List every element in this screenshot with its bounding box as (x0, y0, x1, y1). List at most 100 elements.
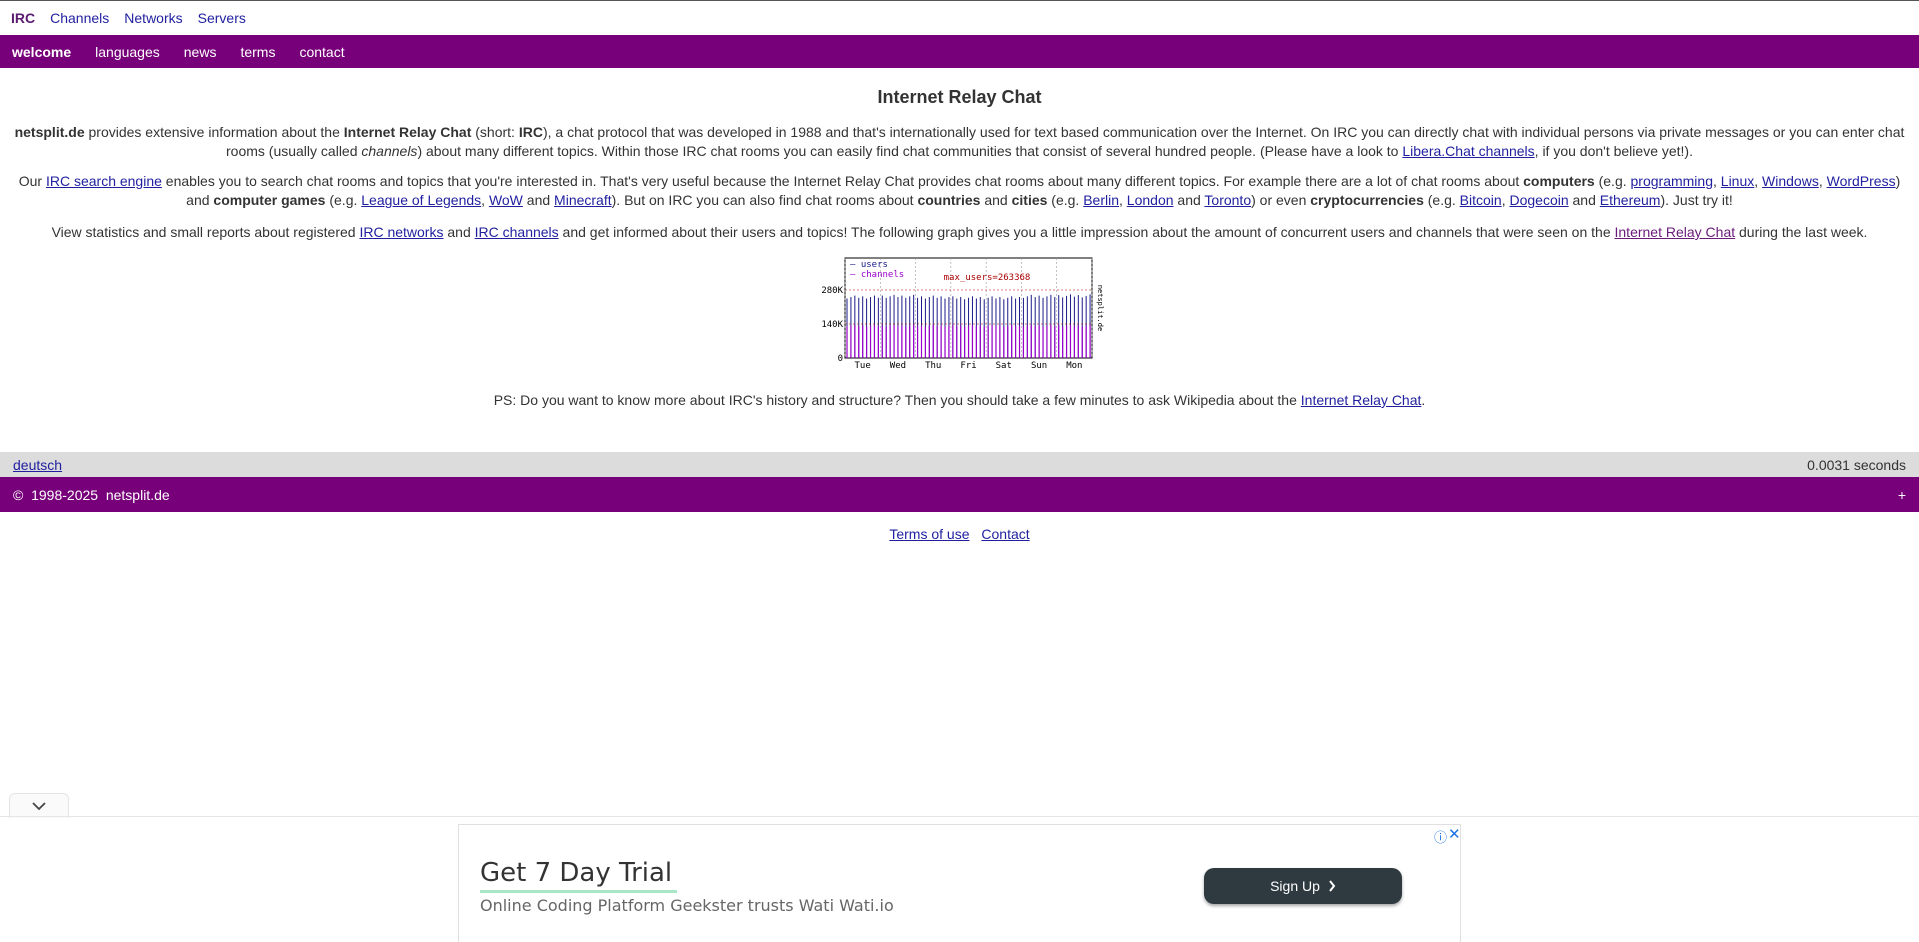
page-title: Internet Relay Chat (877, 87, 1042, 107)
minecraft-link[interactable]: Minecraft (554, 192, 612, 208)
text: and (443, 224, 475, 240)
graph-container: 0 140K 280K Tue Wed Thu Fri Sat Sun Mon – users – c… (12, 255, 1907, 373)
text: and (1173, 192, 1205, 208)
copyright-icon: © (13, 486, 24, 503)
contact-link[interactable]: Contact (981, 526, 1029, 542)
irc-channels-link[interactable]: IRC channels (475, 224, 559, 240)
footer-info-bar: deutsch 0.0031 seconds (0, 452, 1919, 477)
toronto-link[interactable]: Toronto (1204, 192, 1251, 208)
text: during the last week. (1735, 224, 1868, 240)
x-tick-label: Sat (995, 361, 1011, 371)
text: Our (18, 173, 46, 189)
copyright: © 1998-2025 netsplit.de (13, 487, 170, 503)
text: and (980, 192, 1012, 208)
site-name: netsplit.de (14, 124, 85, 140)
irc-search-engine-link[interactable]: IRC search engine (46, 173, 162, 189)
text: (short: (471, 124, 519, 140)
internet-relay-chat-link[interactable]: Internet Relay Chat (1615, 224, 1736, 240)
windows-link[interactable]: Windows (1762, 173, 1819, 189)
footer-copyright-bar: © 1998-2025 netsplit.de + (0, 477, 1919, 512)
tab-news[interactable]: news (184, 44, 217, 60)
footer-links: Terms of use Contact (0, 526, 1919, 542)
text: View statistics and small reports about … (51, 224, 360, 240)
libera-channels-link[interactable]: Libera.Chat channels (1402, 143, 1534, 159)
plus-icon[interactable]: + (1898, 487, 1906, 503)
ad-collapse-tab[interactable] (9, 793, 69, 818)
legend-channels: – channels (850, 270, 904, 280)
text: , (1754, 173, 1763, 189)
ad-title-underline (480, 890, 677, 893)
wow-link[interactable]: WoW (489, 192, 523, 208)
text: PS: Do you want to know more about IRC's… (493, 392, 1301, 408)
close-icon[interactable]: ✕ (1448, 825, 1461, 843)
max-users-annotation: max_users=263368 (943, 273, 1030, 283)
sign-up-button[interactable]: Sign Up (1204, 868, 1402, 904)
wordpress-link[interactable]: WordPress (1827, 173, 1896, 189)
text: , (1713, 173, 1721, 189)
text: , (1818, 173, 1827, 189)
language-deutsch-link[interactable]: deutsch (13, 457, 62, 473)
london-link[interactable]: London (1127, 192, 1174, 208)
x-tick-label: Tue (854, 361, 870, 371)
sign-up-label: Sign Up (1270, 878, 1320, 894)
text: , (481, 192, 489, 208)
nav-servers[interactable]: Servers (198, 10, 246, 26)
brand-link[interactable]: IRC (11, 10, 35, 26)
top-nav: IRC Channels Networks Servers (0, 1, 1919, 35)
text-bold: IRC (518, 124, 543, 140)
intro-paragraph: netsplit.de provides extensive informati… (12, 123, 1907, 161)
x-tick-label: Thu (925, 361, 941, 371)
nav-networks[interactable]: Networks (124, 10, 182, 26)
tab-terms[interactable]: terms (240, 44, 275, 60)
wikipedia-irc-link[interactable]: Internet Relay Chat (1301, 392, 1422, 408)
ad-divider (0, 816, 1919, 817)
text: ). But on IRC you can also find chat roo… (611, 192, 918, 208)
terms-of-use-link[interactable]: Terms of use (889, 526, 969, 542)
berlin-link[interactable]: Berlin (1083, 192, 1119, 208)
ad-info-icon[interactable]: ⓘ (1434, 827, 1447, 846)
ad-subtitle: Online Coding Platform Geekster trusts W… (480, 896, 894, 915)
ethereum-link[interactable]: Ethereum (1600, 192, 1661, 208)
stats-paragraph: View statistics and small reports about … (12, 223, 1907, 242)
chevron-right-icon (1329, 880, 1336, 892)
x-tick-label: Mon (1066, 361, 1082, 371)
text-bold: Internet Relay Chat (343, 124, 472, 140)
text: enables you to search chat rooms and top… (161, 173, 1524, 189)
x-tick-label: Wed (889, 361, 905, 371)
bitcoin-link[interactable]: Bitcoin (1460, 192, 1502, 208)
text: (e.g. (1047, 192, 1084, 208)
y-tick-label: 140K (821, 320, 843, 330)
main-content: Internet Relay Chat netsplit.de provides… (0, 87, 1919, 410)
tab-contact[interactable]: contact (299, 44, 344, 60)
tab-welcome[interactable]: welcome (12, 44, 71, 60)
dogecoin-link[interactable]: Dogecoin (1509, 192, 1568, 208)
linux-link[interactable]: Linux (1721, 173, 1754, 189)
text: ) or even (1251, 192, 1311, 208)
y-tick-label: 280K (821, 286, 843, 296)
irc-networks-link[interactable]: IRC networks (359, 224, 443, 240)
text: , if you don't believe yet!). (1534, 143, 1693, 159)
search-paragraph: Our IRC search engine enables you to sea… (12, 172, 1907, 210)
ad-title[interactable]: Get 7 Day Trial (480, 858, 672, 888)
x-tick-label: Sun (1030, 361, 1046, 371)
text: , (1119, 192, 1127, 208)
chevron-down-icon (32, 802, 46, 811)
tab-languages[interactable]: languages (95, 44, 160, 60)
users-channels-graph[interactable]: 0 140K 280K Tue Wed Thu Fri Sat Sun Mon – users– c… (815, 255, 1105, 373)
text: . (1421, 392, 1426, 408)
nav-channels[interactable]: Channels (50, 10, 109, 26)
x-tick-label: Fri (960, 361, 976, 371)
programming-link[interactable]: programming (1631, 173, 1713, 189)
lol-link[interactable]: League of Legends (361, 192, 481, 208)
text: ) about many different topics. Within th… (417, 143, 1403, 159)
ad-banner[interactable]: ⓘ ✕ Get 7 Day Trial Online Coding Platfo… (458, 824, 1461, 942)
text: and get informed about their users and t… (558, 224, 1615, 240)
text-bold: computers (1523, 173, 1595, 189)
text: (e.g. (325, 192, 362, 208)
text: provides extensive information about the (84, 124, 344, 140)
page-timing: 0.0031 seconds (1807, 456, 1906, 473)
side-label: netsplit.de (1096, 285, 1104, 331)
text-bold: cryptocurrencies (1310, 192, 1424, 208)
sub-nav: welcome languages news terms contact (0, 35, 1919, 68)
text: (e.g. (1423, 192, 1460, 208)
